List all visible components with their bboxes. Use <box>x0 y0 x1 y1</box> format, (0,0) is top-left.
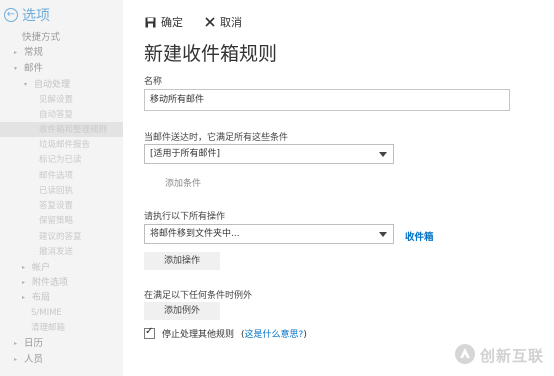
sidebar-item-label: 收件箱和整理规则 <box>39 125 108 135</box>
sidebar-item-retention-policies[interactable]: 保留策略 <box>39 214 73 228</box>
options-sidebar: ← 选项 快捷方式 ▸ 常规 ▾ 邮件 ▾ 自动处理 见解设置 自动答复 收件箱… <box>0 0 123 376</box>
sidebar-item-junk-report[interactable]: 垃圾邮件报告 <box>39 138 90 152</box>
sidebar-item-label: 清理邮箱 <box>31 323 66 333</box>
sidebar-item-label: 邮件 <box>24 63 44 74</box>
sidebar-item-auto-reply[interactable]: 自动答复 <box>39 108 73 122</box>
action-selected-value: 将邮件移到文件夹中... <box>150 229 240 239</box>
sidebar-item-people[interactable]: ▸ 人员 <box>14 353 43 367</box>
back-label: 选项 <box>22 8 50 24</box>
caret-right-icon: ▸ <box>22 279 26 286</box>
add-condition-button[interactable]: 添加条件 <box>165 176 201 189</box>
caret-right-icon: ▸ <box>14 49 18 56</box>
sidebar-item-label: 人员 <box>24 354 44 365</box>
condition-selected-value: [适用于所有邮件] <box>150 149 221 159</box>
sidebar-item-attachment-options[interactable]: ▸ 附件选项 <box>22 276 68 290</box>
sidebar-item-accounts[interactable]: ▸ 帐户 <box>22 261 50 275</box>
caret-down-icon: ▾ <box>24 81 28 88</box>
sidebar-item-label: 附件选项 <box>32 278 69 288</box>
sidebar-item-reply-settings[interactable]: 答复设置 <box>39 199 73 213</box>
watermark: 创新互联 <box>454 343 544 368</box>
sidebar-item-suggested-replies[interactable]: 建议的答复 <box>39 230 82 244</box>
new-rule-panel: 确定 取消 新建收件箱规则 名称 移动所有邮件 当邮件送达时，它满足所有这些条件… <box>123 0 554 376</box>
help-link-wrapper: (这是什么意思?) <box>241 327 307 340</box>
action-select[interactable]: 将邮件移到文件夹中... <box>144 224 394 244</box>
sidebar-item-inbox-rules[interactable]: 收件箱和整理规则 <box>39 123 107 137</box>
sidebar-item-mail[interactable]: ▾ 邮件 <box>14 62 43 76</box>
sidebar-item-label: 自动答复 <box>39 110 74 120</box>
panel-toolbar: 确定 取消 <box>145 14 242 30</box>
caret-right-icon: ▸ <box>14 340 18 347</box>
help-link[interactable]: 这是什么意思? <box>245 330 304 340</box>
stop-rules-label: 停止处理其他规则 <box>162 330 235 340</box>
sidebar-item-label: S/MIME <box>31 308 62 318</box>
sidebar-item-read-receipts[interactable]: 已读回执 <box>39 184 73 198</box>
sidebar-item-label: 布局 <box>32 293 51 303</box>
add-exception-button[interactable]: 添加例外 <box>144 302 220 320</box>
sidebar-item-undo-send[interactable]: 撤消发送 <box>39 245 73 259</box>
sidebar-item-label: 保留策略 <box>39 216 74 226</box>
cancel-button[interactable]: 取消 <box>205 14 242 30</box>
watermark-text: 创新互联 <box>479 347 544 365</box>
sidebar-item-label: 见解设置 <box>39 95 74 105</box>
sidebar-item-label: 垃圾邮件报告 <box>39 140 91 150</box>
save-button[interactable]: 确定 <box>145 14 183 30</box>
sidebar-item-label: 已读回执 <box>39 186 74 196</box>
sidebar-item-shortcuts[interactable]: 快捷方式 <box>22 31 60 45</box>
name-label: 名称 <box>144 77 163 87</box>
help-close-paren: ) <box>303 330 307 340</box>
condition-select[interactable]: [适用于所有邮件] <box>144 144 394 164</box>
add-action-button[interactable]: 添加操作 <box>144 252 220 270</box>
action-label: 请执行以下所有操作 <box>144 212 226 222</box>
chevron-down-icon <box>379 232 387 237</box>
cancel-label: 取消 <box>220 16 242 29</box>
page-title: 新建收件箱规则 <box>144 43 278 65</box>
stop-rules-row: 停止处理其他规则 (这是什么意思?) <box>144 326 307 340</box>
sidebar-item-label: 日历 <box>24 338 44 349</box>
close-icon <box>205 17 215 27</box>
sidebar-item-auto-processing[interactable]: ▾ 自动处理 <box>24 78 70 92</box>
sidebar-item-smime[interactable]: S/MIME <box>31 306 62 320</box>
sidebar-item-label: 建议的答复 <box>39 232 82 242</box>
sidebar-item-label: 帐户 <box>32 263 51 273</box>
save-icon <box>145 17 156 28</box>
condition-label: 当邮件送达时，它满足所有这些条件 <box>144 133 289 143</box>
target-folder-link[interactable]: 收件箱 <box>405 229 434 243</box>
chevron-down-icon <box>379 152 387 157</box>
exception-label: 在满足以下任何条件时例外 <box>144 291 253 301</box>
sidebar-item-label: 快捷方式 <box>22 32 61 43</box>
sidebar-item-calendar[interactable]: ▸ 日历 <box>14 337 43 351</box>
caret-right-icon: ▸ <box>14 356 18 363</box>
caret-right-icon: ▸ <box>22 294 26 301</box>
sidebar-item-mark-as-read[interactable]: 标记为已读 <box>39 153 82 167</box>
sidebar-item-mailbox-cleanup[interactable]: 清理邮箱 <box>31 321 65 335</box>
sidebar-item-label: 邮件选项 <box>39 171 74 181</box>
sidebar-item-label: 自动处理 <box>34 80 71 90</box>
sidebar-item-label: 标记为已读 <box>39 155 82 165</box>
sidebar-item-insights[interactable]: 见解设置 <box>39 93 73 107</box>
sidebar-item-message-options[interactable]: 邮件选项 <box>39 169 73 183</box>
caret-down-icon: ▾ <box>14 65 18 72</box>
stop-rules-checkbox[interactable] <box>144 326 155 339</box>
watermark-logo-icon <box>454 343 476 368</box>
sidebar-item-label: 常规 <box>24 47 44 58</box>
caret-right-icon: ▸ <box>22 264 26 271</box>
back-to-options[interactable]: ← 选项 <box>4 5 50 25</box>
back-arrow-icon: ← <box>4 8 18 22</box>
save-label: 确定 <box>161 16 183 29</box>
sidebar-item-label: 答复设置 <box>39 201 74 211</box>
sidebar-item-general[interactable]: ▸ 常规 <box>14 46 43 60</box>
sidebar-item-layout[interactable]: ▸ 布局 <box>22 291 50 305</box>
rule-name-input[interactable]: 移动所有邮件 <box>144 89 510 111</box>
sidebar-item-label: 撤消发送 <box>39 247 74 257</box>
